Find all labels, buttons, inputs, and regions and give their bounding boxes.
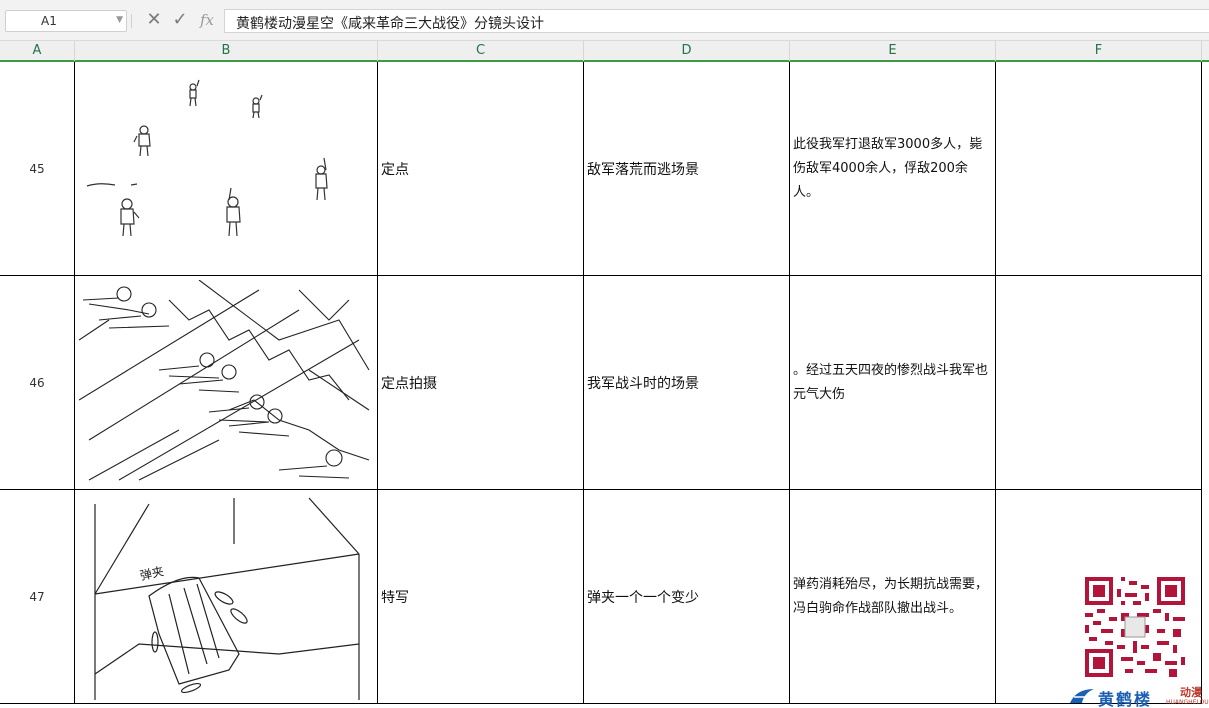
debris-line (198, 280, 370, 411)
spreadsheet-grid: 45 定点 敌军落荒而逃场景 此役我军打退敌军3000多人，毙伤敌军4000余人… (0, 62, 1209, 708)
logo-icon (1070, 689, 1094, 703)
box-edge (94, 643, 360, 675)
soldier-figure (189, 79, 200, 107)
picture-cell[interactable] (75, 276, 378, 490)
picture-cell[interactable] (75, 62, 378, 276)
clip-label: 弹夹 (139, 564, 165, 583)
soldier-figure (120, 198, 140, 237)
table-row: 47 弹夹 特写 弹夹一个一个变少 弹药消耗殆尽，为长期抗战需要，冯白驹命作战部… (0, 490, 1209, 704)
column-header-f[interactable]: F (996, 41, 1202, 61)
content-cell[interactable]: 弹夹一个一个变少 (584, 490, 790, 704)
ground-line (79, 319, 220, 481)
bullet (151, 631, 159, 653)
column-headers: A B C D E F (0, 40, 1209, 62)
logo-small: HUANGHELOU (1166, 699, 1209, 706)
note-cell[interactable]: 弹药消耗殆尽，为长期抗战需要，冯白驹命作战部队撤出战斗。 (790, 490, 996, 704)
soldier-figure (226, 187, 241, 237)
box-edge (94, 497, 360, 700)
logo-text: 黄鹤楼 (1098, 690, 1153, 708)
divider (131, 14, 132, 28)
brand-logo: 黄鹤楼 动漫 HUANGHELOU (1068, 684, 1209, 708)
column-header-b[interactable]: B (75, 41, 378, 61)
name-box[interactable]: A1 ▼ (5, 10, 127, 32)
check-icon[interactable]: ✓ (170, 9, 190, 31)
function-icon[interactable]: fx (197, 9, 217, 31)
sandbag-line (228, 399, 370, 461)
row-number-cell[interactable]: 47 (0, 490, 75, 704)
soldier-figure (133, 125, 151, 157)
shot-type-cell[interactable]: 定点拍摄 (378, 276, 584, 490)
shot-type-cell[interactable]: 定点 (378, 62, 584, 276)
note-cell[interactable]: 此役我军打退敌军3000多人，毙伤敌军4000余人，俘敌200余人。 (790, 62, 996, 276)
qr-code-icon (1085, 577, 1185, 677)
chevron-down-icon[interactable]: ▼ (116, 15, 123, 25)
row-number-cell[interactable]: 46 (0, 276, 75, 490)
column-header-a[interactable]: A (0, 41, 75, 61)
extra-cell[interactable] (996, 62, 1202, 276)
content-cell[interactable]: 敌军落荒而逃场景 (584, 62, 790, 276)
table-row: 45 定点 敌军落荒而逃场景 此役我军打退敌军3000多人，毙伤敌军4000余人… (0, 62, 1209, 276)
extra-cell[interactable] (996, 276, 1202, 490)
bullet (180, 682, 202, 694)
ammo-clip (168, 583, 220, 675)
bullet (230, 608, 248, 624)
formula-content: 黄鹤楼动漫星空《咸来革命三大战役》分镜头设计 (236, 16, 544, 32)
cell-reference: A1 (41, 14, 57, 28)
logo-sub: 动漫 (1180, 686, 1202, 699)
soldiers-battle-sketch (79, 280, 370, 481)
close-icon[interactable]: ✕ (144, 9, 164, 31)
soldier-figure (252, 94, 263, 119)
trench-line (79, 289, 360, 481)
column-header-d[interactable]: D (584, 41, 790, 61)
soldiers-fleeing-sketch (86, 79, 328, 237)
shot-type-cell[interactable]: 特写 (378, 490, 584, 704)
ammo-clip (148, 576, 240, 685)
sandbag-line (168, 299, 350, 401)
picture-cell[interactable]: 弹夹 (75, 490, 378, 704)
column-header-c[interactable]: C (378, 41, 584, 61)
content-cell[interactable]: 我军战斗时的场景 (584, 276, 790, 490)
ammo-clip-sketch: 弹夹 (94, 497, 360, 700)
bullet (214, 591, 234, 605)
formula-bar: A1 ▼ ✕ ✓ fx 黄鹤楼动漫星空《咸来革命三大战役》分镜头设计 (0, 0, 1209, 40)
formula-input[interactable]: 黄鹤楼动漫星空《咸来革命三大战役》分镜头设计 (224, 9, 1209, 33)
ground-line (86, 183, 138, 187)
row-number-cell[interactable]: 45 (0, 62, 75, 276)
column-header-e[interactable]: E (790, 41, 996, 61)
soldier-figure (315, 157, 328, 201)
table-row: 46 定点拍摄 我军战斗时的场景 。经过五天四夜的惨烈战斗我军也元气大伤 (0, 276, 1209, 490)
note-cell[interactable]: 。经过五天四夜的惨烈战斗我军也元气大伤 (790, 276, 996, 490)
